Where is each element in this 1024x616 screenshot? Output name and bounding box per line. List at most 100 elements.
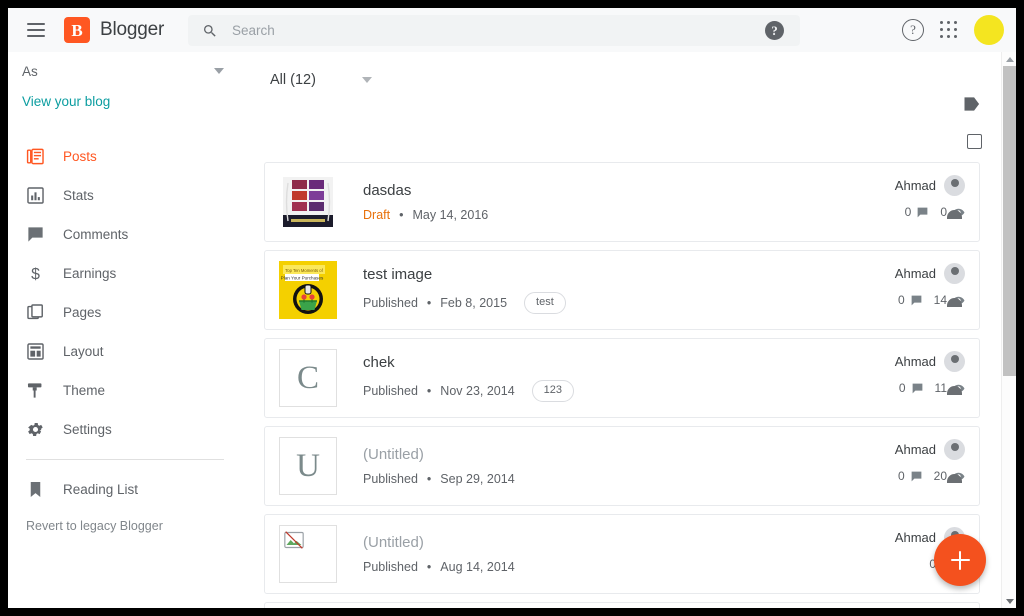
apps-grid-icon[interactable] — [938, 19, 960, 41]
comment-count: 0 — [905, 205, 930, 219]
post-list: dasdas Draft • May 14, 2016 Ahmad — [240, 162, 1016, 608]
sidebar-item-pages[interactable]: Pages — [8, 293, 240, 332]
filter-bar: All (12) — [240, 52, 1016, 130]
posts-icon — [26, 147, 45, 166]
sidebar-item-reading-list[interactable]: Reading List — [8, 470, 240, 509]
status-badge: Published — [363, 384, 418, 398]
scrollbar[interactable] — [1001, 52, 1016, 608]
sidebar-nav: Posts Stats — [8, 137, 240, 533]
post-meta: Draft • May 14, 2016 — [363, 208, 979, 222]
post-tag[interactable]: test — [524, 292, 566, 313]
help-outline-icon[interactable]: ? — [902, 19, 924, 41]
earnings-icon: $ — [26, 264, 45, 283]
table-row[interactable]: Top Ten Moments of Plan Your Purchases — [264, 250, 980, 330]
window-top-border — [0, 0, 1024, 8]
bookmark-icon — [26, 480, 45, 499]
scroll-thumb[interactable] — [1003, 66, 1016, 376]
hamburger-icon[interactable] — [16, 10, 56, 50]
post-info: (Untitled) Published • Aug 14, 2014 — [363, 534, 979, 574]
post-title[interactable]: test image — [363, 266, 979, 283]
comment-icon — [910, 294, 923, 307]
thumbnail-letter: C — [297, 360, 319, 397]
post-title[interactable]: dasdas — [363, 182, 979, 199]
comment-count: 0 — [899, 381, 924, 395]
post-title[interactable]: (Untitled) — [363, 446, 979, 463]
table-row[interactable]: (Untitled) Published • Aug 14, 2014 Ahma… — [264, 514, 980, 594]
search-icon — [202, 23, 218, 39]
blogger-logo-icon: B — [64, 17, 90, 43]
post-filter-dropdown[interactable]: All (12) — [270, 72, 372, 88]
meta-separator: • — [427, 296, 431, 310]
header-actions: ? — [902, 8, 1008, 52]
help-filled-icon[interactable]: ? — [765, 21, 784, 40]
broken-image-icon — [284, 530, 304, 550]
sidebar-item-settings[interactable]: Settings — [8, 410, 240, 449]
pages-icon — [26, 303, 45, 322]
window-left-border — [0, 0, 8, 616]
avatar — [944, 175, 965, 196]
svg-text:Top Ten Moments of: Top Ten Moments of — [285, 268, 323, 273]
table-row[interactable]: C chek Published • Nov 23, 2014 123 — [264, 338, 980, 418]
post-thumbnail — [279, 173, 337, 231]
sidebar-item-label: Comments — [63, 227, 128, 242]
blog-selector[interactable]: As — [8, 52, 240, 90]
label-tag-icon[interactable] — [962, 94, 982, 119]
brand-name: Blogger — [100, 19, 164, 41]
new-post-button[interactable] — [934, 534, 986, 586]
post-tag[interactable]: 123 — [532, 380, 574, 401]
stats-icon — [26, 186, 45, 205]
revert-legacy-link[interactable]: Revert to legacy Blogger — [8, 509, 240, 533]
post-info: chek Published • Nov 23, 2014 123 — [363, 354, 979, 401]
sidebar-item-theme[interactable]: Theme — [8, 371, 240, 410]
post-date: Nov 23, 2014 — [440, 384, 514, 398]
post-title[interactable]: (Untitled) — [363, 534, 979, 551]
sidebar-item-comments[interactable]: Comments — [8, 215, 240, 254]
post-meta: Published • Feb 8, 2015 test — [363, 292, 979, 313]
author-name: Ahmad — [895, 178, 936, 193]
post-side-info: Ahmad 0 0 — [895, 175, 965, 219]
post-date: Aug 14, 2014 — [440, 560, 514, 574]
window-right-border — [1016, 0, 1024, 616]
sidebar-item-earnings[interactable]: $ Earnings — [8, 254, 240, 293]
meta-separator: • — [427, 384, 431, 398]
thumbnail-letter: U — [296, 448, 320, 485]
post-date: Feb 8, 2015 — [440, 296, 507, 310]
page-canvas: B Blogger ? ? As — [8, 8, 1016, 608]
view-your-blog-link[interactable]: View your blog — [8, 90, 240, 109]
search-bar[interactable]: ? — [188, 15, 800, 46]
post-meta: Published • Nov 23, 2014 123 — [363, 380, 979, 401]
comment-icon — [911, 382, 924, 395]
post-meta: Published • Aug 14, 2014 — [363, 560, 979, 574]
meta-separator: • — [427, 472, 431, 486]
theme-icon — [26, 381, 45, 400]
app-header: B Blogger ? ? — [8, 8, 1016, 52]
scroll-down-arrow[interactable] — [1002, 594, 1016, 608]
comment-count: 0 — [898, 469, 923, 483]
search-input[interactable] — [232, 23, 765, 38]
table-row[interactable]: U (Untitled) Published • Sep 29, 2014 Ah… — [264, 426, 980, 506]
status-badge: Published — [363, 472, 418, 486]
avatar[interactable] — [974, 15, 1004, 45]
table-row[interactable]: dasdas Draft • May 14, 2016 Ahmad — [264, 162, 980, 242]
avatar — [944, 351, 965, 372]
post-info: (Untitled) Published • Sep 29, 2014 — [363, 446, 979, 486]
sidebar-item-label: Stats — [63, 188, 94, 203]
settings-icon — [26, 420, 45, 439]
author: Ahmad — [895, 351, 965, 372]
sidebar-item-layout[interactable]: Layout — [8, 332, 240, 371]
sidebar-item-stats[interactable]: Stats — [8, 176, 240, 215]
brand[interactable]: B Blogger — [64, 17, 164, 43]
post-title[interactable]: chek — [363, 354, 979, 371]
scroll-up-arrow[interactable] — [1002, 52, 1016, 66]
author: Ahmad — [895, 263, 965, 284]
status-badge: Draft — [363, 208, 390, 222]
meta-separator: • — [399, 208, 403, 222]
app-window: B Blogger ? ? As — [0, 0, 1024, 616]
sidebar-item-posts[interactable]: Posts — [8, 137, 240, 176]
chevron-down-icon — [214, 68, 224, 74]
sidebar-item-label: Earnings — [63, 266, 116, 281]
post-info: test image Published • Feb 8, 2015 test — [363, 266, 979, 313]
post-meta: Published • Sep 29, 2014 — [363, 472, 979, 486]
comments-icon — [26, 225, 45, 244]
select-all-checkbox[interactable] — [967, 134, 982, 149]
